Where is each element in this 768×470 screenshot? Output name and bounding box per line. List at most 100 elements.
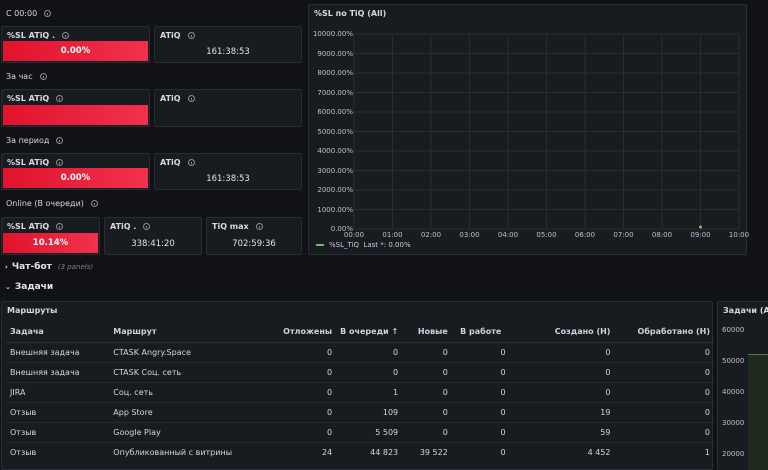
table-cell: 39 522 bbox=[419, 447, 448, 457]
table-cell: Отзыв bbox=[10, 447, 37, 457]
table-row[interactable]: Отзыв Google Play 0 5 509 0 0 59 0 bbox=[6, 422, 714, 443]
table-cell: 0 bbox=[509, 342, 615, 363]
table-row[interactable]: Внешняя задача CTASK Angry.Space 0 0 0 0 0 0 bbox=[6, 342, 714, 363]
col-header-task[interactable]: Задача bbox=[6, 322, 110, 343]
stat-panel-atiq-hour[interactable]: ATiQ bbox=[154, 89, 302, 127]
stat-panel-atiq-period[interactable]: ATiQ 161:38:53 bbox=[154, 153, 302, 190]
table-cell: 0 bbox=[451, 402, 510, 423]
info-icon[interactable] bbox=[44, 10, 52, 17]
table-row[interactable]: Отзыв Опубликованный с витрины 24 44 823 39 … bbox=[6, 442, 714, 462]
table-panel-routes[interactable]: Маршруты Задача Маршрут Отложены В очере… bbox=[1, 301, 714, 470]
table-cell: 0 bbox=[500, 447, 506, 457]
table-cell: App Store bbox=[109, 402, 267, 423]
table-cell: 0 bbox=[451, 362, 510, 383]
chevron-right-icon: › bbox=[5, 263, 8, 271]
table-cell: 5 509 bbox=[336, 422, 403, 443]
stat-value-bar: 0.00% bbox=[3, 41, 148, 61]
table-cell: CTASK Angry.Space bbox=[109, 342, 267, 363]
stat-value: 161:38:53 bbox=[206, 174, 250, 184]
info-icon[interactable] bbox=[62, 32, 70, 39]
info-icon[interactable] bbox=[56, 137, 64, 144]
stat-panel-sl-atiq-hour[interactable]: %SL ATiQ bbox=[1, 89, 150, 127]
table-cell: 0 bbox=[614, 422, 714, 443]
table-cell: 4 452 bbox=[587, 447, 611, 457]
chart-panel-tasks-all[interactable]: Задачи (All) 60000 50000 40000 30000 20000 bbox=[717, 301, 768, 470]
col-header-in-queue[interactable]: В очереди ↑ bbox=[336, 322, 403, 343]
panel-title: %SL ATiQ bbox=[7, 158, 64, 167]
table-cell: Соц. сеть bbox=[109, 382, 267, 403]
panel-title: %SL ATiQ bbox=[7, 222, 64, 231]
y-tick-label: 40000 bbox=[722, 388, 745, 396]
series-point[interactable] bbox=[699, 225, 702, 229]
table-cell: Отзыв bbox=[6, 422, 110, 443]
chart-legend[interactable]: %SL_TiQ Last *: 0.00% bbox=[316, 241, 411, 249]
table-cell: 1 bbox=[704, 447, 710, 457]
table-cell: 1 bbox=[336, 382, 403, 403]
stat-value-bar: 0.00% bbox=[3, 168, 148, 188]
table-cell: CTASK Соц. сеть bbox=[109, 362, 267, 383]
col-header-processed[interactable]: Обработано (H) bbox=[614, 322, 714, 343]
row-title: Чат-бот bbox=[11, 262, 52, 272]
panel-title: %SL ATiQ bbox=[7, 94, 64, 103]
panel-title: ATiQ bbox=[160, 94, 195, 103]
row-tasks[interactable]: ⌄ Задачи bbox=[5, 282, 53, 292]
table-cell: 44 823 bbox=[370, 447, 399, 457]
chart-panel-sl-tiq[interactable]: %SL по TiQ (All) 10000.00% 9000.00% 8000.0… bbox=[308, 4, 749, 255]
panel-title: TiQ max bbox=[212, 222, 263, 231]
section-hour: За час bbox=[6, 72, 47, 81]
table-row[interactable]: Отзыв App Store 0 109 0 0 19 0 bbox=[6, 402, 714, 423]
stat-panel-sl-atiq-today[interactable]: %SL ATiQ . 0.00% bbox=[1, 26, 150, 63]
table-cell: 0 bbox=[266, 362, 337, 383]
table-row[interactable]: JIRA Соц. сеть 0 1 0 0 0 0 bbox=[6, 382, 714, 403]
table-row[interactable]: Внешняя задача CTASK Соц. сеть 0 0 0 0 0 0 bbox=[6, 362, 714, 383]
table-cell: 0 bbox=[614, 402, 714, 423]
stat-value: 702:59:36 bbox=[232, 239, 276, 249]
info-icon[interactable] bbox=[187, 95, 195, 102]
stat-panel-tiq-max[interactable]: TiQ max 702:59:36 bbox=[206, 217, 302, 255]
row-chatbot[interactable]: › Чат-бот (3 panels) bbox=[5, 262, 93, 272]
table-cell: 0 bbox=[402, 382, 452, 403]
stat-panel-sl-atiq-period[interactable]: %SL ATiQ 0.00% bbox=[1, 153, 150, 190]
stat-value-bar: 10.14% bbox=[3, 233, 98, 253]
info-icon[interactable] bbox=[56, 95, 64, 102]
table-cell: 0 bbox=[451, 422, 510, 443]
table-cell: 0 bbox=[614, 342, 714, 363]
info-icon[interactable] bbox=[143, 223, 151, 230]
y-tick-label: 50000 bbox=[722, 357, 745, 365]
table-cell: 0 bbox=[451, 342, 510, 363]
table-cell: 0 bbox=[266, 342, 337, 363]
y-tick-label: 60000 bbox=[722, 326, 745, 334]
table-cell: 0 bbox=[614, 362, 714, 383]
info-icon[interactable] bbox=[56, 159, 64, 166]
tasks-area-series bbox=[748, 354, 768, 470]
info-icon[interactable] bbox=[255, 223, 263, 230]
table-cell: 0 bbox=[336, 362, 403, 383]
col-header-new[interactable]: Новые bbox=[402, 322, 452, 343]
table-cell: 0 bbox=[266, 382, 337, 403]
info-icon[interactable] bbox=[39, 73, 47, 80]
table-cell: 0 bbox=[402, 362, 452, 383]
col-header-route[interactable]: Маршрут bbox=[109, 322, 267, 343]
info-icon[interactable] bbox=[90, 200, 98, 207]
panel-title: ATiQ bbox=[160, 158, 195, 167]
section-online: Online (В очереди) bbox=[6, 199, 98, 208]
table-cell: Внешняя задача bbox=[6, 362, 110, 383]
info-icon[interactable] bbox=[56, 223, 64, 230]
table-cell: 0 bbox=[266, 402, 337, 423]
panel-title: ATiQ bbox=[160, 31, 195, 40]
table-cell: 0 bbox=[336, 342, 403, 363]
chart-plot bbox=[353, 33, 740, 230]
stat-panel-sl-atiq-online[interactable]: %SL ATiQ 10.14% bbox=[1, 217, 100, 255]
stat-panel-atiq-today[interactable]: ATiQ 161:38:53 bbox=[154, 26, 302, 63]
table-cell: 24 bbox=[321, 447, 333, 457]
panel-title: Задачи (All) bbox=[723, 306, 768, 315]
col-header-postponed[interactable]: Отложены bbox=[266, 322, 337, 343]
table-cell: Внешняя задача bbox=[6, 342, 110, 363]
table-cell: 0 bbox=[402, 422, 452, 443]
info-icon[interactable] bbox=[187, 159, 195, 166]
col-header-created[interactable]: Создано (H) bbox=[509, 322, 615, 343]
col-header-in-progress[interactable]: В работе bbox=[451, 322, 510, 343]
stat-panel-atiq-online[interactable]: ATiQ . 338:41:20 bbox=[104, 217, 202, 255]
info-icon[interactable] bbox=[187, 32, 195, 39]
table-cell: 0 bbox=[509, 382, 615, 403]
